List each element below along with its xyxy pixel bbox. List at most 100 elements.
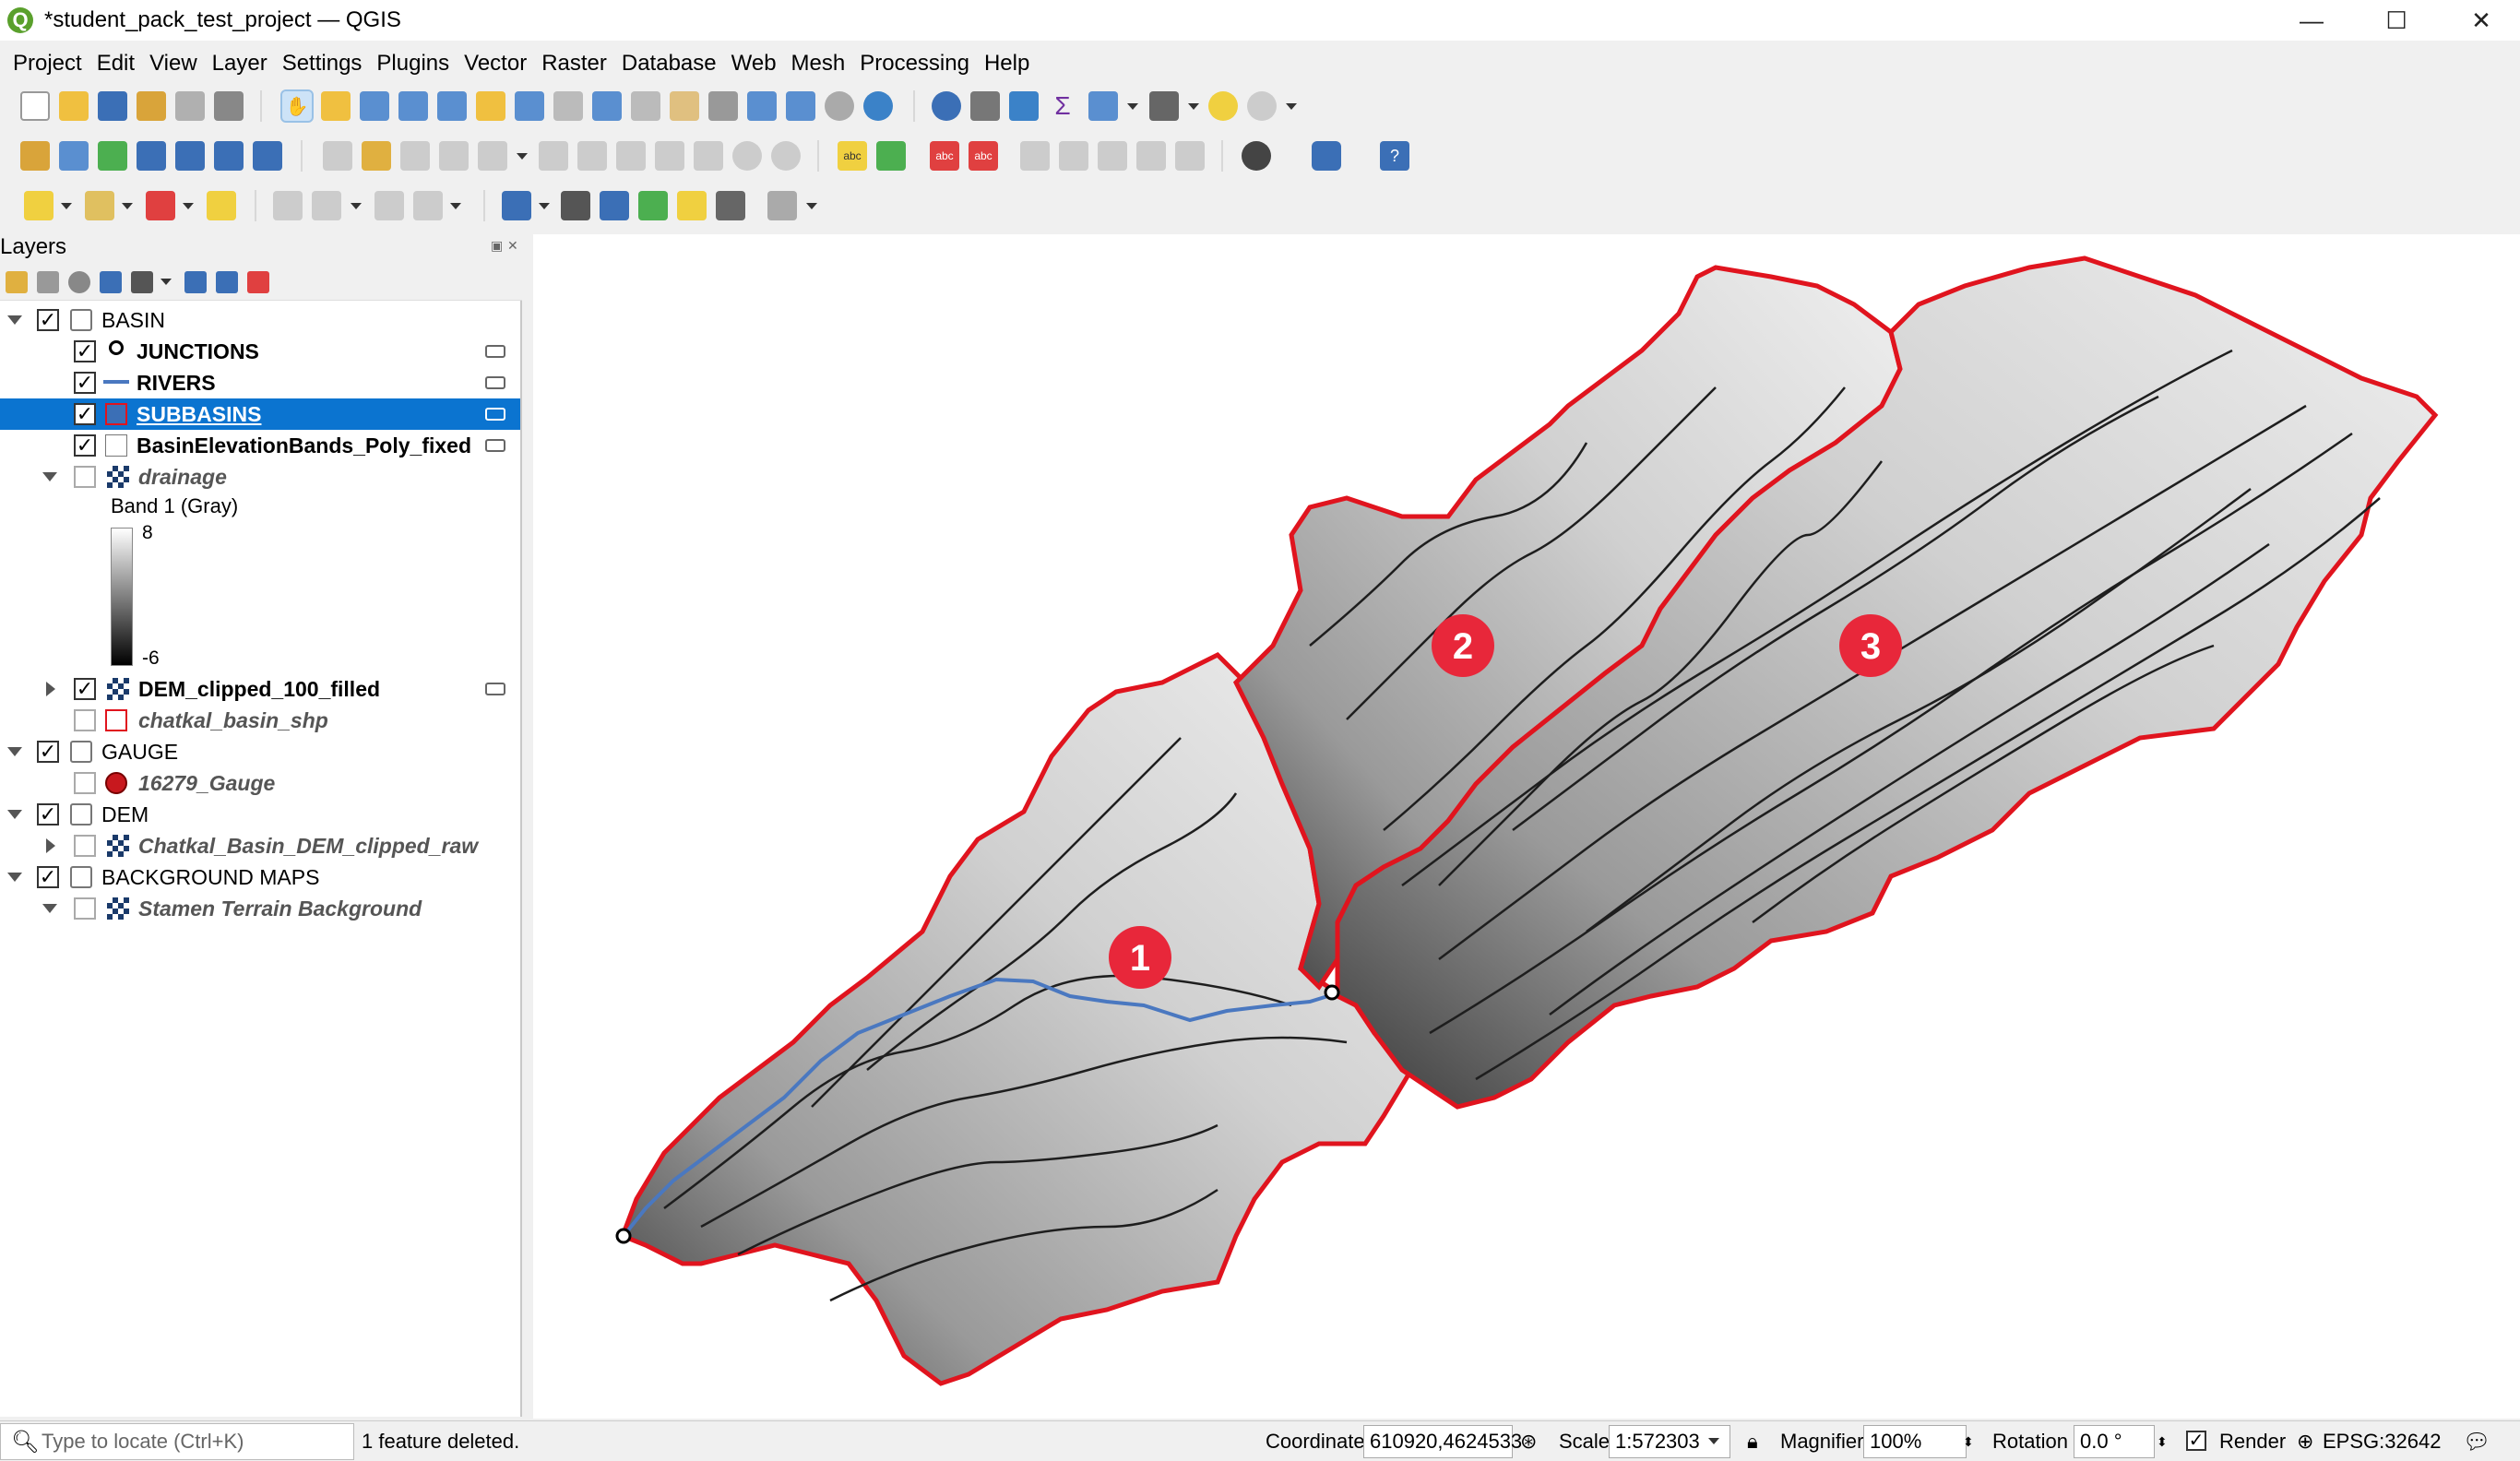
zoom-native-icon[interactable] — [553, 91, 583, 121]
collapse-arrow-icon[interactable] — [42, 472, 57, 481]
layer-tree-row[interactable]: 16279_Gauge — [0, 767, 520, 799]
junction-outlet[interactable] — [615, 1228, 632, 1244]
menu-edit[interactable]: Edit — [89, 51, 142, 77]
style-manager-icon[interactable] — [214, 91, 244, 121]
show-bookmarks-icon[interactable] — [786, 91, 815, 121]
close-button[interactable]: ✕ — [2439, 0, 2520, 41]
float-panel-icon[interactable]: ▣ — [491, 238, 503, 254]
new-project-icon[interactable] — [20, 91, 50, 121]
paste-features-icon[interactable] — [694, 141, 723, 171]
locator-settings-icon[interactable] — [1247, 91, 1277, 121]
menu-settings[interactable]: Settings — [275, 51, 370, 77]
rotate-label-icon[interactable] — [1098, 141, 1127, 171]
layer-visibility-checkbox[interactable]: ✓ — [74, 678, 96, 700]
menu-view[interactable]: View — [142, 51, 205, 77]
zoom-to-selected-icon[interactable] — [207, 191, 236, 220]
menu-project[interactable]: Project — [6, 51, 89, 77]
menu-plugins[interactable]: Plugins — [369, 51, 457, 77]
remove-layer-icon[interactable] — [247, 271, 269, 293]
attribute-table-icon[interactable] — [970, 91, 1000, 121]
layer-tree-row[interactable]: Chatkal_Basin_DEM_clipped_raw — [0, 830, 520, 861]
layer-visibility-checkbox[interactable]: ✓ — [74, 434, 96, 457]
pan-map-icon[interactable]: ✋ — [280, 89, 314, 123]
measure-line-icon[interactable] — [1149, 91, 1179, 121]
split-features-icon[interactable] — [413, 191, 443, 220]
zoom-in-icon[interactable] — [360, 91, 389, 121]
collapse-arrow-icon[interactable] — [42, 904, 57, 913]
layer-visibility-checkbox[interactable] — [74, 466, 96, 488]
cut-features-icon[interactable] — [616, 141, 646, 171]
filter-legend-icon[interactable] — [100, 271, 122, 293]
current-edits-icon[interactable] — [323, 141, 352, 171]
layer-visibility-checkbox[interactable] — [74, 709, 96, 731]
save-project-icon[interactable] — [98, 91, 127, 121]
help-contents-icon[interactable]: ? — [1380, 141, 1409, 171]
layer-visibility-checkbox[interactable] — [74, 897, 96, 920]
pan-to-selection-icon[interactable] — [321, 91, 351, 121]
scale-dropdown-icon[interactable] — [1708, 1438, 1719, 1444]
modify-annotation-icon[interactable] — [561, 191, 590, 220]
merge-features-icon[interactable] — [374, 191, 404, 220]
temporal-controller-icon[interactable] — [825, 91, 854, 121]
layer-tree-row[interactable]: ✓ GAUGE — [0, 736, 520, 767]
select-by-expression-icon[interactable] — [85, 191, 114, 220]
zoom-next-icon[interactable] — [631, 91, 660, 121]
map-canvas[interactable]: 1 2 3 — [533, 234, 2520, 1419]
layer-indicator-icon[interactable] — [485, 408, 505, 421]
magnifier-spinner-icon[interactable]: ⬍ — [1963, 1421, 1974, 1461]
copy-features-icon[interactable] — [655, 141, 684, 171]
zoom-to-selection-icon[interactable] — [476, 91, 505, 121]
messages-icon[interactable]: 💬︎ — [2463, 1421, 2490, 1461]
change-label-icon[interactable] — [1136, 141, 1166, 171]
create-text-annotation-icon[interactable] — [716, 191, 745, 220]
manage-map-themes-icon[interactable] — [68, 271, 90, 293]
pin-unpin-labels-icon[interactable]: abc — [969, 141, 998, 171]
layer-visibility-checkbox[interactable]: ✓ — [74, 403, 96, 425]
magnifier-field[interactable]: 100% — [1863, 1425, 1967, 1458]
layer-visibility-checkbox[interactable]: ✓ — [37, 741, 59, 763]
collapse-all-icon[interactable] — [216, 271, 238, 293]
collapse-arrow-icon[interactable] — [7, 810, 22, 819]
data-source-manager-icon[interactable] — [20, 141, 50, 171]
create-polygon-annotation-icon[interactable] — [600, 191, 629, 220]
add-feature-icon[interactable] — [439, 141, 469, 171]
undo-icon[interactable] — [732, 141, 762, 171]
processing-toolbox-icon[interactable] — [1009, 91, 1039, 121]
menu-raster[interactable]: Raster — [534, 51, 614, 77]
add-vector-layer-icon[interactable] — [253, 141, 282, 171]
new-geopackage-layer-icon[interactable] — [59, 141, 89, 171]
layer-tree-row[interactable]: ✓ DEM_clipped_100_filled — [0, 673, 520, 705]
layer-diagram-options-icon[interactable] — [876, 141, 906, 171]
delete-selected-icon[interactable] — [577, 141, 607, 171]
menu-web[interactable]: Web — [724, 51, 784, 77]
collapse-arrow-icon[interactable] — [7, 315, 22, 325]
label-properties-icon[interactable] — [1175, 141, 1205, 171]
crs-label[interactable]: EPSG:32642 — [2323, 1421, 2441, 1461]
layer-visibility-checkbox[interactable]: ✓ — [74, 340, 96, 362]
menu-layer[interactable]: Layer — [205, 51, 275, 77]
coordinate-field[interactable]: 610920,4624533 — [1363, 1425, 1522, 1458]
digitize-shape-icon[interactable] — [273, 191, 303, 220]
python-console-icon[interactable] — [1312, 141, 1341, 171]
open-project-icon[interactable] — [59, 91, 89, 121]
move-label-icon[interactable] — [1059, 141, 1088, 171]
layer-tree-row[interactable]: drainage — [0, 461, 520, 493]
redo-icon[interactable] — [771, 141, 801, 171]
collapse-arrow-icon[interactable] — [7, 873, 22, 882]
toggle-editing-icon[interactable] — [362, 141, 391, 171]
layer-visibility-checkbox[interactable]: ✓ — [74, 372, 96, 394]
map-tips-icon[interactable] — [1208, 91, 1238, 121]
maximize-button[interactable]: ☐ — [2354, 0, 2439, 41]
layer-indicator-icon[interactable] — [485, 345, 505, 358]
expand-arrow-icon[interactable] — [46, 682, 55, 696]
highlight-pinned-labels-icon[interactable]: abc — [930, 141, 959, 171]
add-text-annotation-icon[interactable] — [502, 191, 531, 220]
refresh-icon[interactable] — [863, 91, 893, 121]
render-checkbox[interactable]: ✓ — [2186, 1431, 2206, 1451]
zoom-full-icon[interactable] — [437, 91, 467, 121]
new-map-view-icon[interactable] — [670, 91, 699, 121]
layer-tree-row-selected[interactable]: ✓ SUBBASINS — [0, 398, 520, 430]
layer-tree-row[interactable]: Stamen Terrain Background — [0, 893, 520, 924]
collapse-arrow-icon[interactable] — [7, 747, 22, 756]
plugins-icon[interactable] — [1242, 141, 1271, 171]
